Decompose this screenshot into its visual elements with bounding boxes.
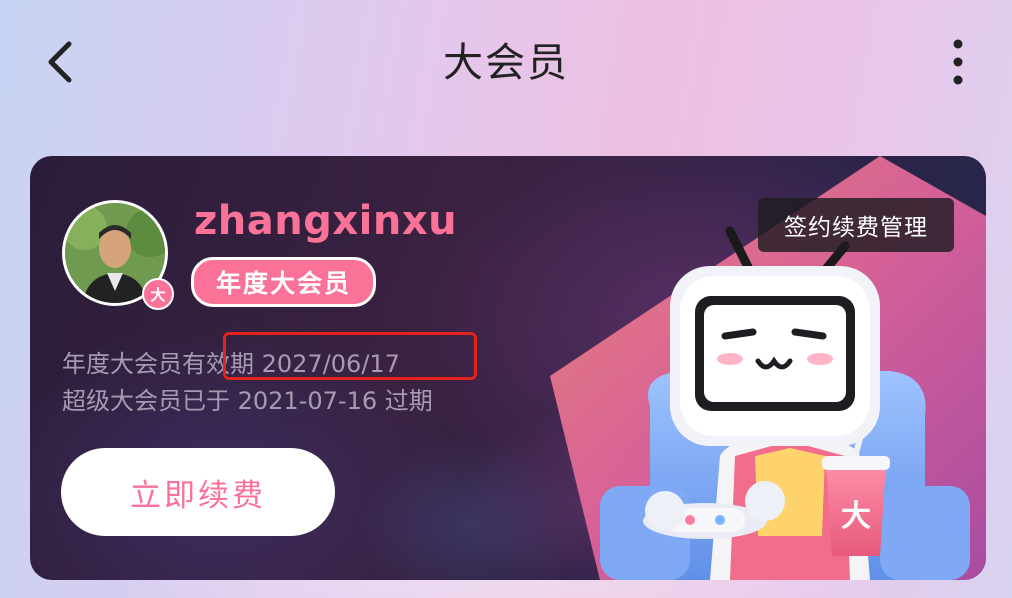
more-button[interactable] — [930, 34, 986, 90]
vip-tag: 年度大会员 — [191, 257, 377, 307]
vip-card: 大 大 zhangxinxu 年度大会员 年度大会员有效期 2027/06/17… — [30, 156, 986, 580]
super-vip-expired-line: 超级大会员已于 2021-07-16 过期 — [62, 387, 433, 415]
avatar-vip-badge: 大 — [142, 278, 174, 310]
expiry-highlight-box — [223, 332, 477, 380]
avatar[interactable]: 大 — [62, 200, 174, 310]
top-bar: 大会员 — [0, 0, 1012, 122]
page-title: 大会员 — [443, 40, 569, 86]
more-vertical-icon — [953, 39, 963, 85]
username: zhangxinxu — [194, 198, 458, 244]
expiry-prefix: 年度大会员有 — [62, 350, 206, 378]
renew-button[interactable]: 立即续费 — [61, 448, 335, 536]
cup-label: 大 — [841, 500, 871, 533]
auto-renew-manage-button[interactable]: 签约续费管理 — [758, 198, 954, 252]
